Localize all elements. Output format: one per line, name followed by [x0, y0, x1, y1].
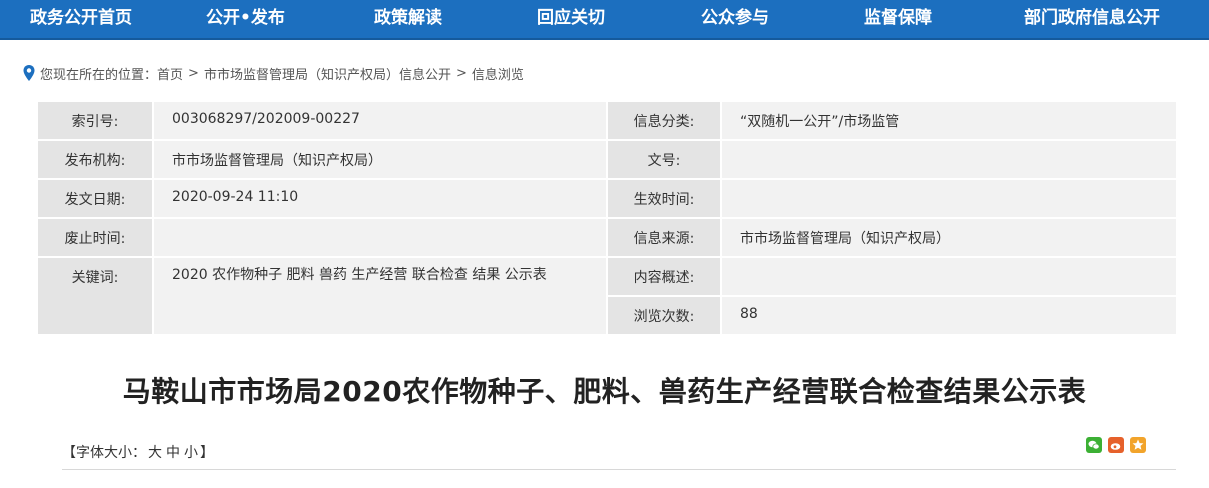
font-size-suffix: 】	[200, 445, 214, 461]
effective-time-value	[720, 178, 1178, 219]
source-value: 市市场监督管理局（知识产权局）	[720, 217, 1178, 258]
keywords-label: 关键词:	[36, 256, 154, 336]
nav-item-policy[interactable]: 政策解读	[374, 0, 442, 38]
index-no-value: 003068297/202009-00227	[152, 100, 608, 141]
issue-date-label: 发文日期:	[36, 178, 154, 219]
nav-item-response[interactable]: 回应关切	[537, 0, 605, 38]
breadcrumb: 您现在所在的位置： 首页 > 市市场监督管理局（知识产权局）信息公开 > 信息浏…	[22, 62, 524, 84]
nav-item-publish[interactable]: 公开•发布	[206, 0, 285, 38]
summary-label: 内容概述:	[606, 256, 722, 297]
breadcrumb-home-link[interactable]: 首页	[157, 64, 183, 83]
views-value: 88	[720, 295, 1178, 336]
source-label: 信息来源:	[606, 217, 722, 258]
font-size-prefix: 【字体大小：	[62, 445, 146, 461]
top-nav-bar: 政务公开首页 公开•发布 政策解读 回应关切 公众参与 监督保障 部门政府信息公…	[0, 0, 1209, 40]
breadcrumb-prefix: 您现在所在的位置：	[40, 67, 158, 83]
divider	[62, 469, 1176, 470]
views-label: 浏览次数:	[606, 295, 722, 336]
font-size-selector: 【字体大小：大中小】	[62, 442, 214, 462]
publisher-label: 发布机构:	[36, 139, 154, 180]
breadcrumb-bureau-link[interactable]: 市市场监督管理局（知识产权局）信息公开	[204, 64, 451, 83]
keywords-value: 2020 农作物种子 肥料 兽药 生产经营 联合检查 结果 公示表	[152, 256, 608, 336]
doc-no-label: 文号:	[606, 139, 722, 180]
nav-item-participation[interactable]: 公众参与	[701, 0, 769, 38]
effective-time-label: 生效时间:	[606, 178, 722, 219]
table-row: 发文日期: 2020-09-24 11:10 生效时间:	[36, 178, 1178, 219]
repeal-time-label: 废止时间:	[36, 217, 154, 258]
weibo-icon[interactable]	[1108, 437, 1124, 453]
nav-item-supervision[interactable]: 监督保障	[864, 0, 932, 38]
index-no-label: 索引号:	[36, 100, 154, 141]
category-value: “双随机一公开”/市场监管	[720, 100, 1178, 141]
nav-item-home[interactable]: 政务公开首页	[30, 0, 132, 38]
table-row: 关键词: 2020 农作物种子 肥料 兽药 生产经营 联合检查 结果 公示表 内…	[36, 256, 1178, 336]
table-row: 废止时间: 信息来源: 市市场监督管理局（知识产权局）	[36, 217, 1178, 258]
publisher-value: 市市场监督管理局（知识产权局）	[152, 139, 608, 180]
summary-value	[720, 256, 1178, 297]
table-row: 索引号: 003068297/202009-00227 信息分类: “双随机一公…	[36, 100, 1178, 141]
location-pin-icon	[22, 64, 36, 82]
table-row: 发布机构: 市市场监督管理局（知识产权局） 文号:	[36, 139, 1178, 180]
repeal-time-value	[152, 217, 608, 258]
font-size-small-button[interactable]: 小	[184, 445, 198, 461]
article-title: 马鞍山市市场局2020农作物种子、肥料、兽药生产经营联合检查结果公示表	[122, 375, 1087, 408]
category-label: 信息分类:	[606, 100, 722, 141]
info-metadata-table: 索引号: 003068297/202009-00227 信息分类: “双随机一公…	[36, 100, 1178, 336]
doc-no-value	[720, 139, 1178, 180]
issue-date-value: 2020-09-24 11:10	[152, 178, 608, 219]
font-size-medium-button[interactable]: 中	[166, 445, 180, 461]
nav-item-department-info[interactable]: 部门政府信息公开	[1024, 0, 1160, 38]
breadcrumb-current[interactable]: 信息浏览	[472, 64, 524, 83]
favorite-icon[interactable]	[1130, 437, 1146, 453]
breadcrumb-separator: >	[188, 65, 199, 81]
wechat-icon[interactable]	[1086, 437, 1102, 453]
breadcrumb-separator: >	[455, 65, 467, 81]
font-size-large-button[interactable]: 大	[148, 445, 162, 461]
